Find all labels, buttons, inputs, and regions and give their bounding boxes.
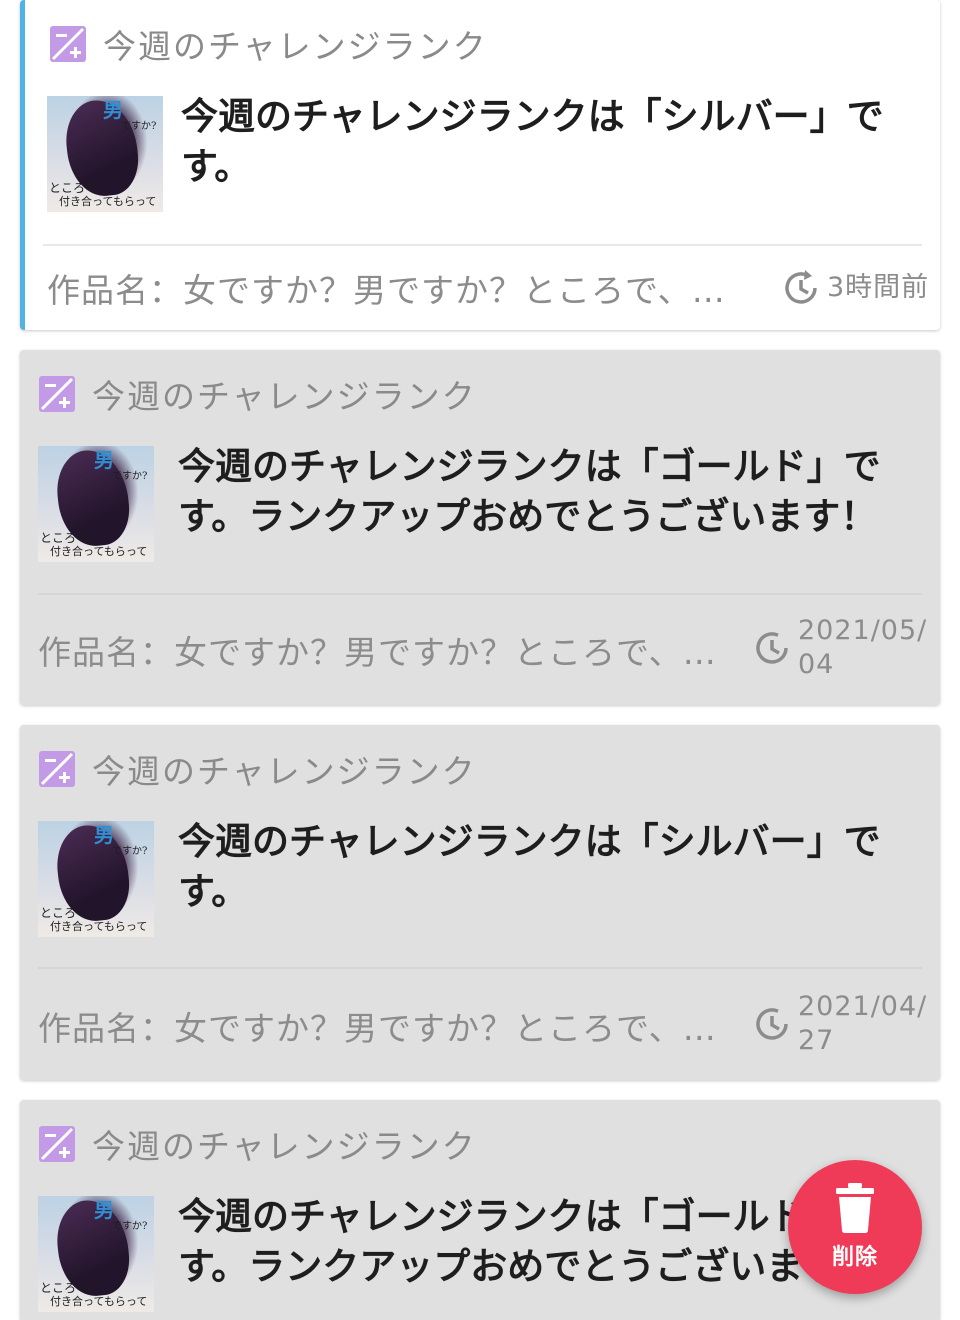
notification-card[interactable]: 今週のチャレンジランク 男 ですか? ところで、 付き合ってもらって 今週のチャ… xyxy=(20,725,940,1080)
category-label: 今週のチャレンジランク xyxy=(103,27,488,66)
clock-icon xyxy=(756,632,788,664)
work-name: 作品名：女ですか？男ですか？ところで、付… xyxy=(47,271,737,310)
timestamp: 3時間前 xyxy=(781,268,929,308)
thumbnail-text: ところで、 xyxy=(40,1281,100,1295)
edit-plus-icon xyxy=(39,1126,75,1162)
card-header: 今週のチャレンジランク xyxy=(49,20,488,68)
notification-card[interactable]: 今週のチャレンジランク 男 ですか? ところで、 付き合ってもらって 今週のチャ… xyxy=(20,350,940,705)
notification-title: 今週のチャレンジランクは「ゴールド」です。ランクアップおめでとうございます！ xyxy=(178,445,881,538)
thumbnail-text: 男 xyxy=(103,98,123,122)
edit-plus-icon xyxy=(39,751,75,787)
thumbnail-text: 付き合ってもらって xyxy=(50,920,148,933)
time-text: 3時間前 xyxy=(827,272,930,303)
thumbnail-text: ですか? xyxy=(112,1221,148,1232)
edit-plus-icon xyxy=(50,26,86,62)
card-divider xyxy=(38,593,922,595)
work-thumbnail[interactable]: 男 ですか? ところで、 付き合ってもらって xyxy=(38,1196,154,1312)
card-header: 今週のチャレンジランク xyxy=(38,1120,477,1168)
thumbnail-text: ところで、 xyxy=(40,531,100,545)
thumbnail-text: 男 xyxy=(94,448,114,472)
timestamp: 2021/05/ 04 xyxy=(752,614,927,682)
delete-button[interactable]: 削除 xyxy=(788,1160,922,1294)
thumbnail-text: 付き合ってもらって xyxy=(50,1295,148,1308)
timestamp: 2021/04/ 27 xyxy=(752,990,927,1058)
card-divider xyxy=(38,967,922,969)
notification-card[interactable]: 今週のチャレンジランク 男 ですか? ところで、 付き合ってもらって 今週のチャ… xyxy=(20,0,940,330)
edit-plus-icon xyxy=(39,376,75,412)
category-label: 今週のチャレンジランク xyxy=(92,1127,477,1166)
time-text: 2021/04/ 27 xyxy=(798,991,928,1056)
thumbnail-text: ところで、 xyxy=(40,906,100,920)
thumbnail-text: 付き合ってもらって xyxy=(50,545,148,558)
card-header: 今週のチャレンジランク xyxy=(38,370,477,418)
card-divider xyxy=(43,244,922,246)
notification-title: 今週のチャレンジランクは「シルバー」です。 xyxy=(181,95,884,188)
work-thumbnail[interactable]: 男 ですか? ところで、 付き合ってもらって xyxy=(47,96,163,212)
thumbnail-text: ですか? xyxy=(121,121,157,132)
thumbnail-text: 男 xyxy=(94,823,114,847)
work-name: 作品名：女ですか？男ですか？ところで、付… xyxy=(38,1009,728,1048)
work-thumbnail[interactable]: 男 ですか? ところで、 付き合ってもらって xyxy=(38,446,154,562)
work-name: 作品名：女ですか？男ですか？ところで、付… xyxy=(38,633,728,672)
category-label: 今週のチャレンジランク xyxy=(92,752,477,791)
notification-list: 今週のチャレンジランク 男 ですか? ところで、 付き合ってもらって 今週のチャ… xyxy=(0,0,960,1320)
delete-label: 削除 xyxy=(831,1245,878,1270)
card-header: 今週のチャレンジランク xyxy=(38,745,477,793)
time-text: 2021/05/ 04 xyxy=(798,615,928,680)
thumbnail-text: 付き合ってもらって xyxy=(59,195,157,208)
thumbnail-text: 男 xyxy=(94,1198,114,1222)
category-label: 今週のチャレンジランク xyxy=(92,377,477,416)
notification-title: 今週のチャレンジランクは「シルバー」です。 xyxy=(178,820,881,913)
clock-icon xyxy=(756,1008,788,1040)
thumbnail-text: ですか? xyxy=(112,471,148,482)
clock-arrow-icon xyxy=(785,270,817,304)
thumbnail-text: ですか? xyxy=(112,846,148,857)
work-thumbnail[interactable]: 男 ですか? ところで、 付き合ってもらって xyxy=(38,821,154,937)
thumbnail-text: ところで、 xyxy=(49,181,109,195)
trash-icon xyxy=(836,1183,874,1233)
